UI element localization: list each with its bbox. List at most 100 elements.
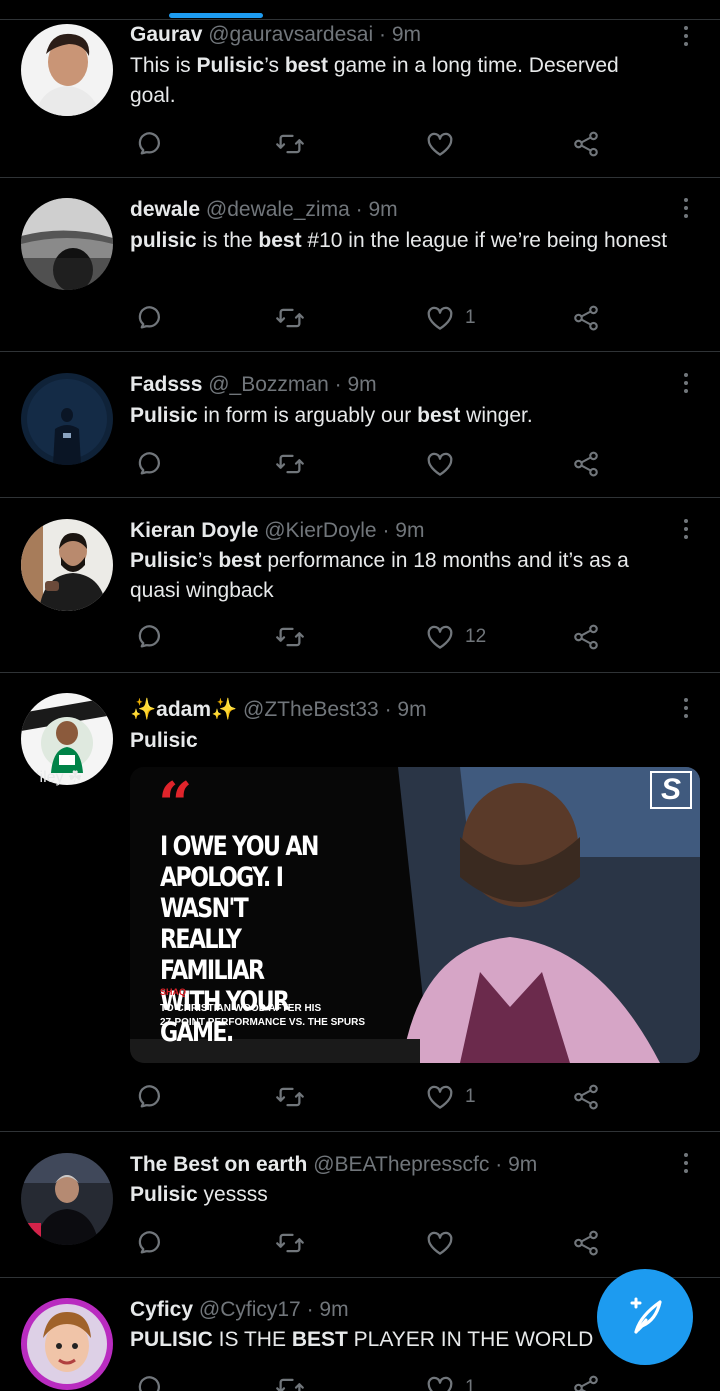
reply-button[interactable] bbox=[133, 622, 163, 652]
highlighted-term: best bbox=[284, 54, 329, 77]
reply-button[interactable] bbox=[133, 449, 163, 479]
media-subtitle: TO CHRISTIAN WOOD AFTER HIS 27-POINT PER… bbox=[160, 1003, 366, 1028]
more-options-icon[interactable] bbox=[676, 371, 696, 397]
tweet-text: PULISIC IS THE BEST PLAYER IN THE WORLD bbox=[130, 1325, 670, 1355]
text-segment: This is bbox=[130, 54, 197, 77]
avatar[interactable] bbox=[21, 519, 113, 611]
avatar[interactable] bbox=[21, 1298, 113, 1390]
tweet-text: Pulisic yessss bbox=[130, 1180, 670, 1210]
timestamp[interactable]: 9m bbox=[368, 198, 397, 221]
user-handle[interactable]: @dewale_zima bbox=[206, 198, 350, 221]
tweet[interactable]: dewale @dewale_zima · 9m pulisic is the … bbox=[0, 178, 720, 352]
like-button[interactable]: 12 bbox=[425, 622, 486, 652]
share-button[interactable] bbox=[571, 1373, 601, 1391]
retweet-button[interactable] bbox=[275, 1228, 305, 1258]
separator-dot: · bbox=[355, 198, 363, 221]
retweet-button[interactable] bbox=[275, 622, 305, 652]
share-icon bbox=[574, 131, 598, 157]
like-count: 1 bbox=[465, 1377, 476, 1391]
tweet-text: pulisic is the best #10 in the league if… bbox=[130, 226, 670, 256]
like-count: 1 bbox=[465, 1086, 476, 1107]
reply-button[interactable] bbox=[133, 129, 163, 159]
reply-button[interactable] bbox=[133, 1082, 163, 1112]
compose-tweet-button[interactable] bbox=[597, 1269, 693, 1365]
share-button[interactable] bbox=[571, 303, 601, 333]
like-button[interactable]: 1 bbox=[425, 303, 476, 333]
text-segment: ’s bbox=[264, 54, 285, 77]
timestamp[interactable]: 9m bbox=[508, 1153, 537, 1176]
timestamp[interactable]: 9m bbox=[397, 698, 426, 721]
tweet[interactable]: Kieran Doyle @KierDoyle · 9m Pulisic’s b… bbox=[0, 498, 720, 673]
reply-button[interactable] bbox=[133, 1228, 163, 1258]
more-options-icon[interactable] bbox=[676, 696, 696, 722]
like-button[interactable]: 1 bbox=[425, 1373, 476, 1391]
avatar[interactable] bbox=[21, 24, 113, 116]
display-name[interactable]: ✨adam✨ bbox=[130, 698, 237, 721]
more-options-icon[interactable] bbox=[676, 517, 696, 543]
tweet-header: The Best on earth @BEAThepresscfc · 9m bbox=[130, 1150, 537, 1180]
user-handle[interactable]: @ZTheBest33 bbox=[243, 698, 379, 721]
user-handle[interactable]: @BEAThepresscfc bbox=[313, 1153, 489, 1176]
avatar[interactable] bbox=[21, 198, 113, 290]
tweet-media-image[interactable]: “ I owe you an apology. I wasn't really … bbox=[130, 767, 700, 1063]
timestamp[interactable]: 9m bbox=[347, 373, 376, 396]
tweet-text: Pulisic in form is arguably our best win… bbox=[130, 401, 670, 431]
retweet-icon bbox=[276, 308, 304, 328]
user-handle[interactable]: @Cyficy17 bbox=[199, 1298, 301, 1321]
text-segment: #10 in the league if we’re being honest bbox=[301, 229, 668, 252]
quote-mark: “ bbox=[158, 770, 193, 840]
share-button[interactable] bbox=[571, 449, 601, 479]
retweet-icon bbox=[276, 1087, 304, 1107]
reply-button[interactable] bbox=[133, 303, 163, 333]
display-name[interactable]: Cyficy bbox=[130, 1298, 193, 1321]
user-handle[interactable]: @KierDoyle bbox=[264, 519, 376, 542]
display-name[interactable]: Kieran Doyle bbox=[130, 519, 258, 542]
tweet-actions bbox=[130, 129, 610, 159]
tweet-actions: 1 bbox=[130, 303, 610, 333]
user-handle[interactable]: @gauravsardesai bbox=[208, 23, 373, 46]
retweet-button[interactable] bbox=[275, 449, 305, 479]
retweet-button[interactable] bbox=[275, 129, 305, 159]
avatar-caption: ʻiley ☘ bbox=[36, 769, 83, 786]
heart-icon bbox=[427, 1231, 453, 1255]
share-button[interactable] bbox=[571, 129, 601, 159]
timestamp[interactable]: 9m bbox=[319, 1298, 348, 1321]
like-button[interactable] bbox=[425, 129, 465, 159]
more-options-icon[interactable] bbox=[676, 196, 696, 222]
display-name[interactable]: The Best on earth bbox=[130, 1153, 307, 1176]
heart-icon bbox=[427, 1085, 453, 1109]
like-button[interactable] bbox=[425, 449, 465, 479]
more-options-icon[interactable] bbox=[676, 24, 696, 50]
like-count: 12 bbox=[465, 626, 487, 647]
more-options-icon[interactable] bbox=[676, 1151, 696, 1177]
display-name[interactable]: Gaurav bbox=[130, 23, 202, 46]
compose-tweet-icon bbox=[630, 1297, 662, 1334]
tweet[interactable]: Gaurav @gauravsardesai · 9m This is Puli… bbox=[0, 0, 720, 178]
share-button[interactable] bbox=[571, 1082, 601, 1112]
retweet-button[interactable] bbox=[275, 1082, 305, 1112]
share-icon bbox=[574, 1230, 598, 1256]
retweet-button[interactable] bbox=[275, 303, 305, 333]
timestamp[interactable]: 9m bbox=[392, 23, 421, 46]
tweet[interactable]: The Best on earth @BEAThepresscfc · 9m P… bbox=[0, 1132, 720, 1278]
display-name[interactable]: dewale bbox=[130, 198, 200, 221]
avatar[interactable] bbox=[21, 373, 113, 465]
reply-button[interactable] bbox=[133, 1373, 163, 1391]
share-button[interactable] bbox=[571, 1228, 601, 1258]
like-button[interactable]: 1 bbox=[425, 1082, 476, 1112]
avatar[interactable] bbox=[21, 1153, 113, 1245]
tweet-header: Cyficy @Cyficy17 · 9m bbox=[130, 1295, 349, 1325]
retweet-icon bbox=[276, 454, 304, 474]
timestamp[interactable]: 9m bbox=[395, 519, 424, 542]
tweet-header: ✨adam✨ @ZTheBest33 · 9m bbox=[130, 695, 427, 725]
user-handle[interactable]: @_Bozzman bbox=[208, 373, 329, 396]
like-button[interactable] bbox=[425, 1228, 465, 1258]
share-button[interactable] bbox=[571, 622, 601, 652]
retweet-button[interactable] bbox=[275, 1373, 305, 1391]
tweet-text: Pulisic’s best performance in 18 months … bbox=[130, 546, 670, 606]
display-name[interactable]: Fadsss bbox=[130, 373, 202, 396]
tweet[interactable]: ʻiley ☘ ✨adam✨ @ZTheBest33 · 9m Pulisic … bbox=[0, 673, 720, 1132]
tweet[interactable]: Fadsss @_Bozzman · 9m Pulisic in form is… bbox=[0, 352, 720, 498]
reply-icon bbox=[138, 132, 160, 155]
tweet-actions bbox=[130, 1228, 610, 1258]
